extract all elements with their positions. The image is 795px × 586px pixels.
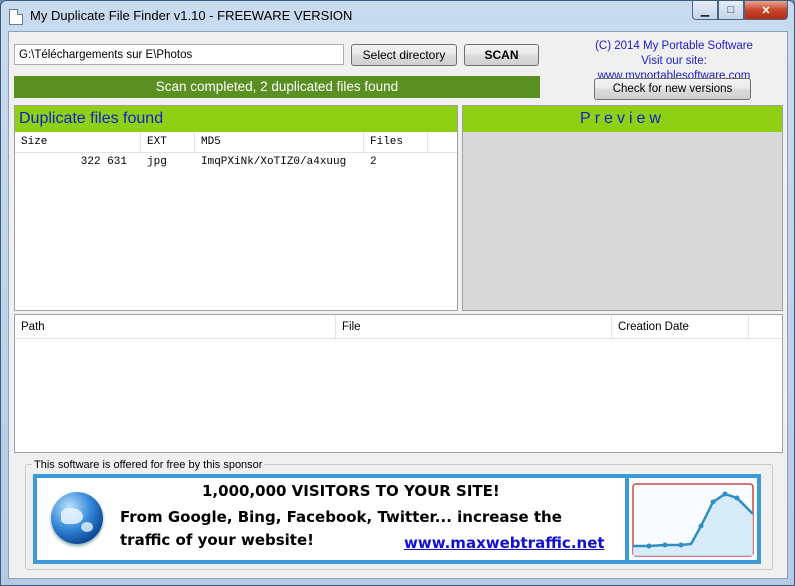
sponsor-label: This software is offered for free by thi… (32, 459, 265, 471)
cell-size: 322 631 (80, 156, 127, 168)
maximize-icon: □ (727, 4, 735, 16)
files-list-header: Path File Creation Date (15, 315, 782, 339)
check-versions-button[interactable]: Check for new versions (594, 78, 751, 100)
sponsor-group: This software is offered for free by thi… (25, 459, 773, 570)
minimize-button[interactable]: ▁ (692, 1, 718, 20)
app-window: My Duplicate File Finder v1.10 - FREEWAR… (0, 0, 795, 586)
table-row[interactable]: 322 631 jpg ImqPXiNk/XoTIZ0/a4xuug 2 (15, 153, 457, 172)
window-controls: ▁ □ ✕ (692, 1, 788, 21)
preview-title: Preview (463, 106, 782, 132)
close-icon: ✕ (761, 4, 771, 17)
column-md5[interactable]: MD5 (195, 132, 364, 152)
cell-ext: jpg (147, 156, 167, 168)
cell-files: 2 (370, 156, 377, 168)
select-directory-button[interactable]: Select directory (351, 44, 457, 66)
column-file[interactable]: File (336, 315, 612, 338)
window-title: My Duplicate File Finder v1.10 - FREEWAR… (30, 8, 353, 23)
duplicates-panel: Duplicate files found Size EXT MD5 Files… (14, 105, 458, 311)
client-area: Select directory SCAN (C) 2014 My Portab… (8, 31, 788, 579)
duplicates-title: Duplicate files found (15, 106, 457, 132)
column-ext[interactable]: EXT (141, 132, 195, 152)
document-icon (9, 9, 23, 25)
ad-text-line1: From Google, Bing, Facebook, Twitter... … (120, 508, 562, 526)
minimize-icon: ▁ (700, 4, 710, 17)
files-panel: Path File Creation Date (14, 314, 783, 453)
preview-panel: Preview (462, 105, 783, 311)
column-creation-date[interactable]: Creation Date (612, 315, 749, 338)
title-bar[interactable]: My Duplicate File Finder v1.10 - FREEWAR… (1, 1, 794, 31)
sponsor-banner[interactable]: 1,000,000 VISITORS TO YOUR SITE! From Go… (33, 474, 761, 564)
column-files[interactable]: Files (364, 132, 428, 152)
copyright-text: (C) 2014 My Portable Software (595, 40, 753, 52)
close-button[interactable]: ✕ (744, 1, 788, 20)
duplicates-list-header: Size EXT MD5 Files (15, 132, 457, 153)
column-size[interactable]: Size (15, 132, 141, 152)
ad-headline: 1,000,000 VISITORS TO YOUR SITE! (202, 482, 500, 500)
directory-input[interactable] (14, 44, 344, 65)
ad-url-link[interactable]: www.maxwebtraffic.net (404, 534, 605, 552)
ad-text-line2: traffic of your website! (120, 531, 314, 549)
status-message: Scan completed, 2 duplicated files found (14, 76, 540, 98)
column-path[interactable]: Path (15, 315, 336, 338)
traffic-chart-icon (625, 478, 757, 560)
globe-icon (51, 492, 103, 544)
cell-md5: ImqPXiNk/XoTIZ0/a4xuug (201, 156, 347, 168)
scan-button[interactable]: SCAN (464, 44, 539, 66)
maximize-button[interactable]: □ (718, 1, 744, 20)
